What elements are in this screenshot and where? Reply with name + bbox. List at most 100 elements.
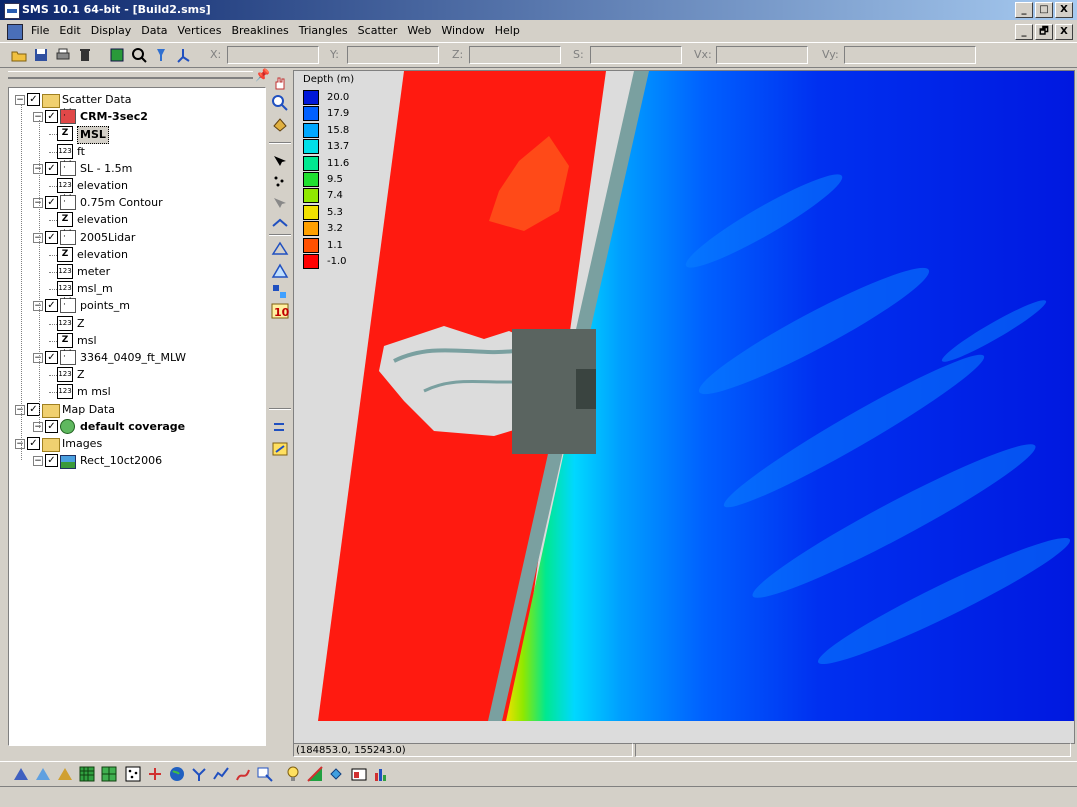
mesh-module-icon[interactable] xyxy=(12,765,30,783)
tree-item[interactable]: − ✓ Map Data xyxy=(9,402,259,418)
s-field[interactable] xyxy=(590,46,682,64)
tree-item[interactable]: Zelevation xyxy=(9,212,259,228)
expand-toggle[interactable]: − xyxy=(33,198,43,209)
light-icon[interactable] xyxy=(284,765,302,783)
expand-toggle[interactable]: − xyxy=(33,163,43,174)
plot-icon[interactable] xyxy=(372,765,390,783)
expand-toggle[interactable]: − xyxy=(33,421,43,432)
tree-item[interactable]: −✓ 3364_0409_ft_MLW xyxy=(9,348,259,366)
z-field[interactable] xyxy=(469,46,561,64)
menu-help[interactable]: Help xyxy=(490,21,525,41)
x-field[interactable] xyxy=(227,46,319,64)
pan-icon[interactable] xyxy=(270,74,290,92)
maximize-button[interactable]: □ xyxy=(1035,2,1053,18)
grid-module-icon[interactable] xyxy=(34,765,52,783)
tree-item[interactable]: −✓ CRM-3sec2 xyxy=(9,107,259,125)
depth-map[interactable] xyxy=(294,71,1074,743)
select-points-icon[interactable] xyxy=(270,172,290,190)
visibility-checkbox[interactable]: ✓ xyxy=(27,93,40,106)
image-options-icon[interactable] xyxy=(350,765,368,783)
vy-field[interactable] xyxy=(844,46,976,64)
contour-options-icon[interactable] xyxy=(306,765,324,783)
scatter-module-icon[interactable] xyxy=(56,765,74,783)
tree-item[interactable]: −✓ SL - 1.5m xyxy=(9,159,259,177)
tree-item[interactable]: 123 meter xyxy=(9,264,259,280)
expand-toggle[interactable]: − xyxy=(15,439,25,449)
save-icon[interactable] xyxy=(32,46,50,64)
tree-item[interactable]: 123 Z xyxy=(9,315,259,332)
y-field[interactable] xyxy=(347,46,439,64)
scatter-data-icon[interactable] xyxy=(124,765,142,783)
menu-data[interactable]: Data xyxy=(136,21,172,41)
tree-item[interactable]: − ✓ Scatter Data xyxy=(9,92,259,108)
visibility-checkbox[interactable]: ✓ xyxy=(45,454,58,468)
tree-item[interactable]: −✓ 0.75m Contour xyxy=(9,193,259,211)
axis-icon[interactable] xyxy=(174,46,192,64)
visibility-checkbox[interactable]: ✓ xyxy=(45,161,58,175)
measure-icon[interactable] xyxy=(270,440,290,458)
transform-icon[interactable] xyxy=(270,418,290,436)
select-vertex-icon[interactable] xyxy=(270,152,290,170)
profile-icon[interactable] xyxy=(212,765,230,783)
refresh-icon[interactable] xyxy=(108,46,126,64)
menu-breaklines[interactable]: Breaklines xyxy=(226,21,293,41)
menu-web[interactable]: Web xyxy=(402,21,436,41)
quadtree-icon[interactable] xyxy=(100,765,118,783)
tree-item[interactable]: − ✓ default coverage xyxy=(9,418,259,435)
menu-edit[interactable]: Edit xyxy=(54,21,85,41)
mdi-close-button[interactable]: X xyxy=(1055,24,1073,40)
contour-label-icon[interactable]: 10 xyxy=(270,302,290,320)
menu-triangles[interactable]: Triangles xyxy=(294,21,353,41)
expand-toggle[interactable]: − xyxy=(33,232,43,243)
visibility-checkbox[interactable]: ✓ xyxy=(45,196,58,210)
create-vertex-icon[interactable] xyxy=(270,194,290,212)
tree-item[interactable]: 123 m msl xyxy=(9,384,259,400)
visibility-checkbox[interactable]: ✓ xyxy=(45,351,58,364)
tree-item[interactable]: 123 elevation xyxy=(9,178,259,194)
expand-toggle[interactable]: − xyxy=(33,353,43,363)
zoom-icon[interactable] xyxy=(130,46,148,64)
tree-item[interactable]: Zelevation xyxy=(9,246,259,263)
tree-item[interactable]: Z MSL xyxy=(9,126,259,145)
menu-display[interactable]: Display xyxy=(86,21,137,41)
document-icon[interactable] xyxy=(7,24,23,40)
expand-toggle[interactable]: − xyxy=(33,301,43,312)
tree-item[interactable]: −✓ points_m xyxy=(9,296,259,314)
mdi-restore-button[interactable]: 🗗 xyxy=(1035,24,1053,40)
tree-item[interactable]: − ✓ Images xyxy=(9,436,259,452)
visibility-checkbox[interactable]: ✓ xyxy=(45,419,58,433)
visibility-checkbox[interactable]: ✓ xyxy=(45,110,58,124)
print-icon[interactable] xyxy=(54,46,72,64)
swap-edge-icon[interactable] xyxy=(270,282,290,300)
expand-toggle[interactable]: − xyxy=(15,404,25,415)
expand-toggle[interactable]: − xyxy=(33,456,43,467)
select-triangle-icon[interactable] xyxy=(270,240,290,258)
breakline-icon[interactable] xyxy=(270,214,290,232)
gis-icon[interactable] xyxy=(146,765,164,783)
tree-item[interactable]: 123 msl_m xyxy=(9,281,259,297)
tree-item[interactable]: − ✓ Rect_10ct2006 xyxy=(9,453,259,470)
tree-item[interactable]: −✓ 2005Lidar xyxy=(9,228,259,246)
globe-icon[interactable] xyxy=(168,765,186,783)
menu-vertices[interactable]: Vertices xyxy=(173,21,227,41)
tree-item[interactable]: 123 ft xyxy=(9,143,259,160)
open-icon[interactable] xyxy=(10,46,28,64)
display-options-icon[interactable] xyxy=(328,765,346,783)
mdi-minimize-button[interactable]: _ xyxy=(1015,24,1033,40)
triangle-icon[interactable] xyxy=(270,262,290,280)
minimize-button[interactable]: _ xyxy=(1015,2,1033,18)
visibility-checkbox[interactable]: ✓ xyxy=(27,437,40,450)
menu-file[interactable]: File xyxy=(26,21,54,41)
tree-item[interactable]: Zmsl xyxy=(9,332,259,349)
app-icon[interactable] xyxy=(4,3,20,19)
menu-scatter[interactable]: Scatter xyxy=(353,21,403,41)
menu-window[interactable]: Window xyxy=(436,21,489,41)
probe-icon[interactable] xyxy=(152,46,170,64)
expand-toggle[interactable]: − xyxy=(33,112,43,123)
annotation-icon[interactable] xyxy=(256,765,274,783)
zoom-tool-icon[interactable] xyxy=(270,94,290,112)
graphics-window[interactable] xyxy=(293,70,1075,744)
cartesian-grid-icon[interactable] xyxy=(78,765,96,783)
delete-icon[interactable] xyxy=(76,46,94,64)
rotate-icon[interactable] xyxy=(270,116,290,134)
